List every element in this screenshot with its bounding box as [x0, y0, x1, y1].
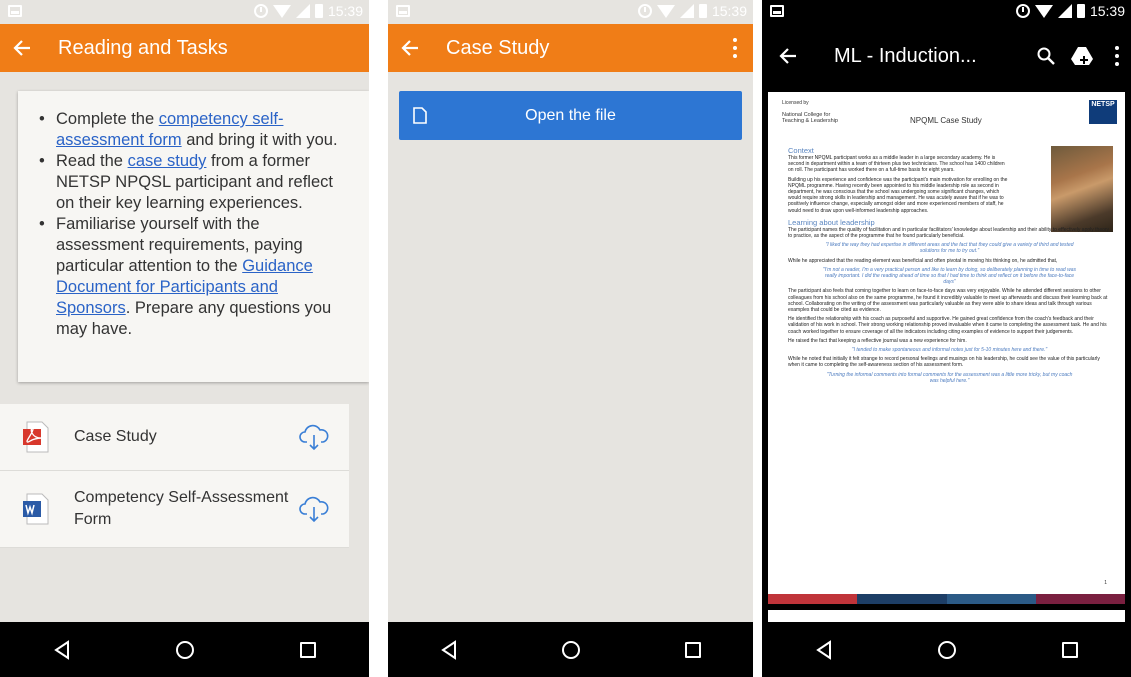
- add-to-drive-icon[interactable]: [1071, 46, 1093, 66]
- signal-icon: [679, 4, 694, 18]
- task-item: Read the case study from a former NETSP …: [39, 151, 347, 214]
- netsp-logo: NETSP: [1089, 100, 1117, 124]
- paragraph: The participant names the quality of fac…: [788, 226, 1110, 240]
- status-time: 15:39: [1089, 3, 1125, 19]
- signal-icon: [295, 4, 310, 18]
- paragraph: The participant also feels that coming t…: [788, 288, 1108, 314]
- paragraph: This former NPQML participant works as a…: [788, 155, 1005, 174]
- task-text: Read the: [56, 152, 128, 170]
- back-button[interactable]: [388, 24, 432, 72]
- doc-footer-bar: [768, 594, 1125, 604]
- quote: "I'm not a reader, I'm a very practical …: [823, 266, 1076, 286]
- status-bar: 15:39: [388, 0, 753, 24]
- college-logo: National College for Teaching & Leadersh…: [782, 112, 838, 124]
- alarm-icon: [1015, 4, 1030, 18]
- arrow-left-icon: [779, 48, 796, 64]
- image-notification-icon: [8, 5, 22, 17]
- tasks-card: Complete the competency self-assessment …: [18, 91, 369, 382]
- status-time: 15:39: [711, 3, 747, 19]
- back-button[interactable]: [762, 32, 814, 80]
- navigation-bar: [762, 622, 1131, 677]
- heading-context: Context: [788, 146, 814, 155]
- nav-recents-icon[interactable]: [300, 641, 317, 658]
- file-row-competency-form[interactable]: Competency Self-Assessment Form: [0, 471, 349, 548]
- cloud-download-icon[interactable]: [299, 495, 329, 523]
- doc-header: Licensed by National College for Teachin…: [782, 100, 1117, 136]
- nav-home-icon[interactable]: [562, 640, 581, 659]
- app-bar: ML - Induction...: [762, 28, 1131, 84]
- alarm-icon: [253, 4, 268, 18]
- quote: "Turning the informal comments into form…: [826, 371, 1073, 384]
- wifi-icon: [272, 4, 291, 18]
- app-bar: Reading and Tasks: [0, 24, 369, 72]
- doc-body: Context This former NPQML participant wo…: [788, 142, 1111, 387]
- paragraph: He identified the relationship with his …: [788, 316, 1107, 335]
- phone-pdf-viewer: 15:39 ML - Induction... Licensed by Nati…: [762, 0, 1131, 677]
- task-item: Familiarise yourself with the assessment…: [39, 214, 347, 340]
- file-list: Case Study Competency Self-Assessment Fo…: [0, 404, 349, 548]
- pdf-file-icon: [23, 421, 49, 453]
- more-options-icon[interactable]: [1109, 32, 1125, 80]
- status-time: 15:39: [327, 3, 363, 19]
- word-file-icon: [23, 493, 49, 525]
- phone-reading-tasks: 15:39 Reading and Tasks Complete the com…: [0, 0, 369, 677]
- doc-title: NPQML Case Study: [910, 116, 982, 125]
- case-study-link[interactable]: case study: [128, 152, 207, 170]
- document-icon: [413, 107, 427, 124]
- cloud-download-icon[interactable]: [299, 423, 329, 451]
- arrow-left-icon: [401, 40, 418, 56]
- nav-recents-icon[interactable]: [684, 641, 701, 658]
- page-number: 1: [1104, 580, 1107, 586]
- battery-icon: [314, 4, 323, 18]
- app-bar: Case Study: [388, 24, 753, 72]
- task-text: Complete the: [56, 110, 159, 128]
- signal-icon: [1057, 4, 1072, 18]
- document-title: ML - Induction...: [834, 44, 977, 67]
- more-options-icon[interactable]: [717, 24, 753, 72]
- wifi-icon: [1034, 4, 1053, 18]
- task-text: and bring it with you.: [181, 131, 338, 149]
- navigation-bar: [388, 622, 753, 677]
- pdf-page: Licensed by National College for Teachin…: [768, 92, 1125, 604]
- back-button[interactable]: [0, 24, 44, 72]
- doc-licensed: Licensed by: [782, 100, 809, 106]
- nav-back-icon[interactable]: [815, 639, 833, 660]
- battery-icon: [1076, 4, 1085, 18]
- file-name: Competency Self-Assessment Form: [74, 489, 289, 528]
- nav-recents-icon[interactable]: [1062, 641, 1079, 658]
- page-title: Reading and Tasks: [58, 36, 228, 59]
- nav-home-icon[interactable]: [938, 640, 957, 659]
- nav-back-icon[interactable]: [53, 639, 71, 660]
- file-row-case-study[interactable]: Case Study: [0, 404, 349, 471]
- quote: "I tended to make spontaneous and inform…: [851, 347, 1048, 354]
- nav-back-icon[interactable]: [440, 639, 458, 660]
- nav-home-icon[interactable]: [176, 640, 195, 659]
- paragraph: While he noted that initially it felt st…: [788, 356, 1100, 369]
- navigation-bar: [0, 622, 369, 677]
- phone-case-study: 15:39 Case Study Open the file: [388, 0, 753, 677]
- open-file-button[interactable]: Open the file: [399, 91, 742, 140]
- open-file-label: Open the file: [525, 106, 616, 124]
- file-name: Case Study: [74, 428, 157, 445]
- battery-icon: [698, 4, 707, 18]
- alarm-icon: [637, 4, 652, 18]
- heading-learning: Learning about leadership: [788, 217, 875, 227]
- search-icon[interactable]: [1037, 47, 1055, 65]
- status-bar: 15:39: [762, 0, 1131, 24]
- task-item: Complete the competency self-assessment …: [39, 109, 347, 151]
- image-notification-icon: [770, 5, 784, 17]
- status-bar: 15:39: [0, 0, 369, 24]
- wifi-icon: [656, 4, 675, 18]
- image-notification-icon: [396, 5, 410, 17]
- arrow-left-icon: [13, 40, 30, 56]
- paragraph: Building up his experience and confidenc…: [788, 176, 1008, 214]
- quote: "I liked the way they had expertise in d…: [825, 242, 1074, 255]
- page-title: Case Study: [446, 36, 550, 59]
